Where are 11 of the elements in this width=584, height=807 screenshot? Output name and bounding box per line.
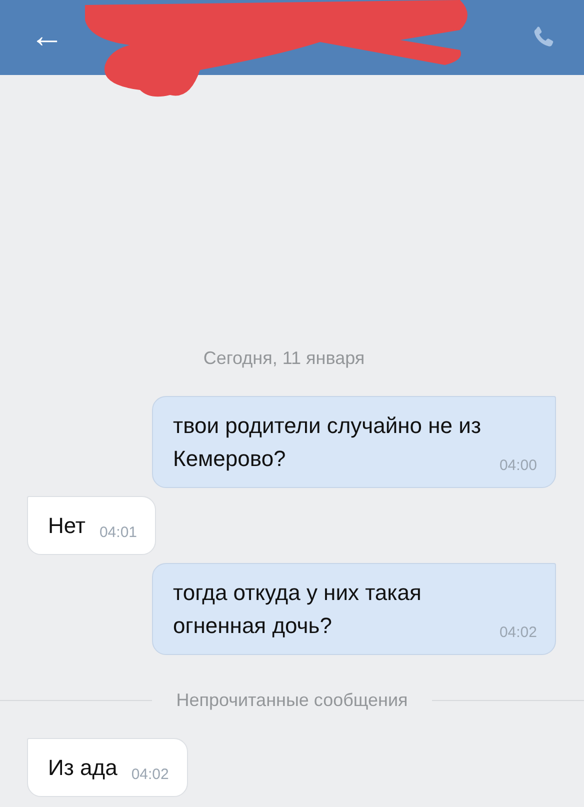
message-text: Нет	[48, 512, 86, 540]
message-text: Из ада	[48, 754, 118, 782]
message-text: твои родители случайно не из Кемерово?	[173, 412, 482, 473]
message-text: тогда откуда у них такая огненная дочь?	[173, 579, 422, 640]
date-label: Сегодня, 11 января	[203, 347, 365, 370]
message-time: 04:00	[499, 458, 537, 473]
unread-divider-label: Непрочитанные сообщения	[176, 689, 408, 712]
message-time: 04:02	[131, 767, 169, 782]
message-time: 04:01	[99, 525, 138, 540]
message-time: 04:02	[499, 625, 537, 640]
back-button[interactable]: ←	[30, 18, 64, 56]
